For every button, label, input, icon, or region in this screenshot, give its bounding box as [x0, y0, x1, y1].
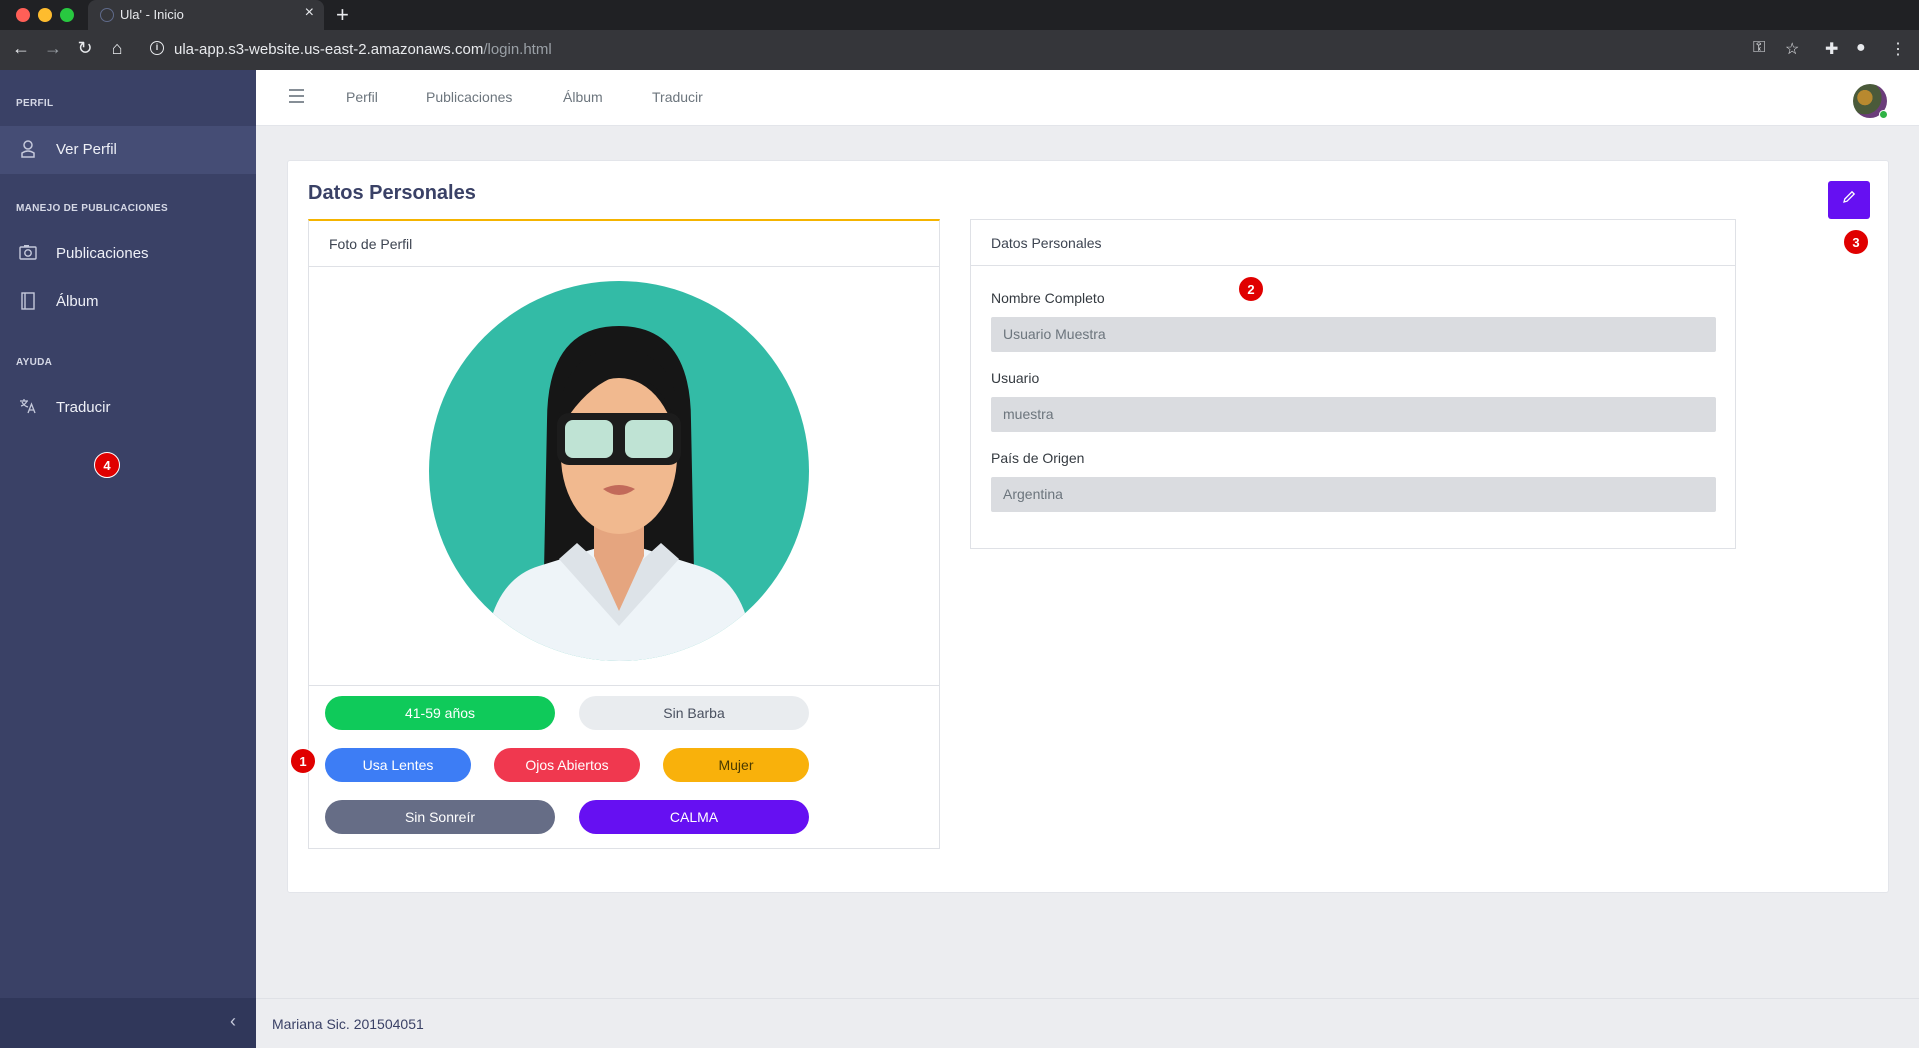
- personal-data-card: Datos Personales Foto de Perfil 41-59 añ…: [287, 160, 1889, 893]
- browser-tab-bar: Ula' - Inicio × +: [0, 0, 1919, 30]
- badge-smile: Sin Sonreír: [325, 800, 555, 834]
- data-panel-title: Datos Personales: [971, 220, 1735, 266]
- address-bar: ← → ↻ ⌂ i ula-app.s3-website.us-east-2.a…: [0, 30, 1919, 70]
- browser-tab[interactable]: Ula' - Inicio ×: [88, 0, 324, 30]
- key-icon[interactable]: ⚿: [1753, 39, 1765, 57]
- header-nav-album[interactable]: Álbum: [563, 89, 603, 105]
- profile-icon[interactable]: ●: [1856, 39, 1866, 57]
- profile-photo-panel: Foto de Perfil 41-59 años Sin Barba Usa …: [308, 219, 940, 849]
- header-nav-publicaciones[interactable]: Publicaciones: [426, 89, 512, 105]
- top-header: Perfil Publicaciones Álbum Traducir: [256, 70, 1919, 126]
- favicon-icon: [100, 8, 114, 22]
- sidebar-item-traducir[interactable]: Traducir: [0, 384, 256, 432]
- bookmark-star-icon[interactable]: ☆: [1785, 39, 1799, 59]
- full-name-label: Nombre Completo: [991, 290, 1105, 306]
- header-nav-perfil[interactable]: Perfil: [346, 89, 378, 105]
- annotation-marker-1: 1: [290, 748, 316, 774]
- home-icon[interactable]: ⌂: [106, 38, 128, 59]
- profile-picture: [429, 281, 809, 661]
- menu-kebab-icon[interactable]: ⋮: [1890, 39, 1906, 59]
- sidebar-item-label: Publicaciones: [56, 245, 149, 262]
- annotation-marker-4: 4: [94, 452, 120, 478]
- annotation-marker-3: 3: [1843, 229, 1869, 255]
- new-tab-button[interactable]: +: [336, 2, 349, 28]
- tab-title: Ula' - Inicio: [120, 7, 184, 22]
- sidebar-item-album[interactable]: Álbum: [0, 278, 256, 326]
- header-nav-traducir[interactable]: Traducir: [652, 89, 703, 105]
- sidebar: PERFIL Ver Perfil MANEJO DE PUBLICACIONE…: [0, 70, 256, 1048]
- hamburger-menu-icon[interactable]: [289, 89, 304, 103]
- photo-panel-title: Foto de Perfil: [309, 221, 939, 267]
- footer-text: Mariana Sic. 201504051: [272, 1016, 424, 1032]
- close-window-button[interactable]: [16, 8, 30, 22]
- country-field[interactable]: Argentina: [991, 477, 1716, 512]
- maximize-window-button[interactable]: [60, 8, 74, 22]
- collapse-sidebar-chevron-icon[interactable]: ‹: [230, 1011, 236, 1032]
- username-field[interactable]: muestra: [991, 397, 1716, 432]
- forward-arrow-icon[interactable]: →: [42, 38, 64, 59]
- close-tab-icon[interactable]: ×: [305, 4, 314, 22]
- url-host: ula-app.s3-website.us-east-2.amazonaws.c…: [174, 41, 484, 58]
- badge-gender: Mujer: [663, 748, 809, 782]
- minimize-window-button[interactable]: [38, 8, 52, 22]
- badge-emotion: CALMA: [579, 800, 809, 834]
- url-field[interactable]: i ula-app.s3-website.us-east-2.amazonaws…: [140, 36, 1740, 64]
- full-name-field[interactable]: Usuario Muestra: [991, 317, 1716, 352]
- book-icon: [18, 292, 38, 312]
- sidebar-section-ayuda: AYUDA: [16, 357, 53, 368]
- online-status-dot: [1879, 110, 1888, 119]
- translate-icon: [18, 398, 38, 418]
- back-arrow-icon[interactable]: ←: [10, 38, 32, 59]
- personal-data-panel: Datos Personales Nombre Completo Usuario…: [970, 219, 1736, 549]
- reload-icon[interactable]: ↻: [74, 38, 96, 59]
- sidebar-item-ver-perfil[interactable]: Ver Perfil: [0, 126, 256, 174]
- edit-button[interactable]: [1828, 181, 1870, 219]
- sidebar-section-publicaciones: MANEJO DE PUBLICACIONES: [16, 203, 168, 214]
- sidebar-item-publicaciones[interactable]: Publicaciones: [0, 230, 256, 278]
- username-label: Usuario: [991, 370, 1040, 386]
- attributes-badges: 41-59 años Sin Barba Usa Lentes Ojos Abi…: [309, 685, 939, 849]
- sidebar-item-label: Ver Perfil: [56, 141, 117, 158]
- site-info-icon[interactable]: i: [150, 41, 164, 55]
- page-footer: Mariana Sic. 201504051: [256, 998, 1919, 1048]
- extensions-icon[interactable]: ✚: [1825, 39, 1838, 59]
- sidebar-item-label: Traducir: [56, 399, 111, 416]
- sidebar-item-label: Álbum: [56, 293, 99, 310]
- sidebar-section-perfil: PERFIL: [16, 98, 54, 109]
- country-label: País de Origen: [991, 450, 1085, 466]
- user-icon: [18, 140, 38, 160]
- badge-beard: Sin Barba: [579, 696, 809, 730]
- url-path: /login.html: [483, 41, 552, 58]
- badge-eyes: Ojos Abiertos: [494, 748, 640, 782]
- sidebar-footer: ‹: [0, 998, 256, 1048]
- badge-age: 41-59 años: [325, 696, 555, 730]
- camera-icon: [18, 244, 38, 264]
- avatar[interactable]: [1853, 84, 1888, 119]
- annotation-marker-2: 2: [1238, 276, 1264, 302]
- page-title: Datos Personales: [308, 182, 476, 204]
- badge-glasses: Usa Lentes: [325, 748, 471, 782]
- pencil-icon: [1842, 190, 1856, 208]
